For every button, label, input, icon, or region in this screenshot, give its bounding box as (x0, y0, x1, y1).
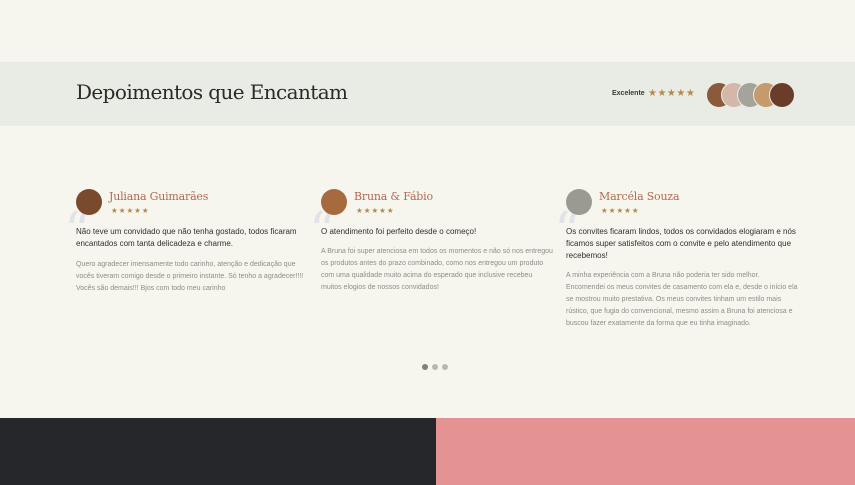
testimonial-headline: Não teve um convidado que não tenha gost… (76, 227, 297, 248)
footer-pink-panel (436, 418, 855, 485)
testimonial-stars: ★★★★★ (111, 206, 150, 215)
carousel-pagination (422, 364, 452, 370)
testimonial-headline: Os convites ficaram lindos, todos os con… (566, 227, 796, 260)
top-spacer (0, 0, 855, 62)
testimonial-headline: O atendimento foi perfeito desde o começ… (321, 227, 477, 236)
carousel-dot-3[interactable] (442, 364, 448, 370)
testimonial-author: Juliana Guimarães (109, 190, 209, 203)
testimonial-stars: ★★★★★ (356, 206, 395, 215)
avatar (321, 189, 347, 215)
rating-label: Excelente (612, 90, 645, 97)
testimonial-body: A Bruna foi super atenciosa em todos os … (321, 248, 553, 291)
rating-stars: ★★★★★ (648, 88, 696, 99)
avatar (76, 189, 102, 215)
avatar (566, 189, 592, 215)
testimonial-body: Quero agradecer imensamente todo carinho… (76, 261, 304, 292)
client-avatar-stack (706, 82, 798, 108)
client-avatar-5 (769, 82, 795, 108)
carousel-dot-1[interactable] (422, 364, 428, 370)
testimonial-body: A minha experiência com a Bruna não pode… (566, 272, 798, 327)
testimonials-header-banner: Depoimentos que Encantam Excelente ★★★★★ (0, 62, 855, 126)
testimonial-author: Bruna & Fábio (354, 190, 433, 203)
footer-dark-panel (0, 418, 436, 485)
section-title: Depoimentos que Encantam (76, 80, 348, 104)
testimonial-author: Marcéla Souza (599, 190, 680, 203)
carousel-dot-2[interactable] (432, 364, 438, 370)
testimonial-stars: ★★★★★ (601, 206, 640, 215)
